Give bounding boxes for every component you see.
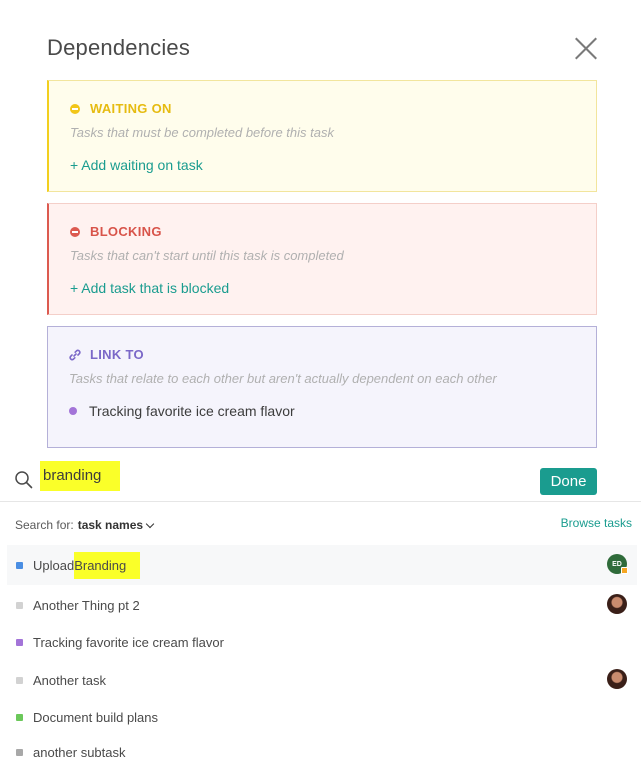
add-waiting-on-link[interactable]: + Add waiting on task — [70, 157, 203, 173]
result-label-prefix: Upload — [33, 557, 75, 573]
avatar-badge-icon — [621, 567, 628, 574]
blocking-label: BLOCKING — [90, 224, 162, 239]
status-square — [16, 561, 23, 569]
avatar — [607, 669, 627, 689]
link-to-label: LINK TO — [90, 347, 144, 362]
add-blocked-task-link[interactable]: + Add task that is blocked — [70, 280, 229, 296]
waiting-on-description: Tasks that must be completed before this… — [70, 125, 334, 140]
result-label: Tracking favorite ice cream flavor — [33, 635, 224, 650]
search-for-dropdown[interactable]: task names — [78, 518, 143, 532]
search-input[interactable] — [43, 461, 273, 489]
browse-tasks-link[interactable]: Browse tasks — [561, 516, 632, 530]
search-for-label: Search for: — [15, 518, 74, 532]
status-square — [16, 676, 23, 684]
result-label: Document build plans — [33, 710, 159, 725]
search-bar: Done — [0, 458, 641, 502]
status-dot — [69, 407, 77, 415]
link-to-section: LINK TO Tasks that relate to each other … — [47, 326, 597, 448]
minus-circle-icon — [70, 103, 80, 114]
result-label: Another task — [33, 672, 106, 688]
waiting-on-label: WAITING ON — [90, 101, 172, 116]
status-square — [16, 639, 23, 646]
modal-title: Dependencies — [47, 35, 191, 60]
status-square — [16, 601, 23, 609]
chevron-down-icon[interactable] — [145, 519, 155, 528]
waiting-on-header: WAITING ON — [70, 101, 575, 116]
result-row[interactable]: Document build plans — [7, 700, 637, 735]
result-row[interactable]: Tracking favorite ice cream flavor — [7, 625, 637, 660]
result-row[interactable]: Another task — [7, 660, 637, 700]
blocking-section: BLOCKING Tasks that can't start until th… — [47, 203, 597, 315]
blocking-description: Tasks that can't start until this task i… — [70, 248, 344, 263]
linked-task-item[interactable]: Tracking favorite ice cream flavor — [69, 403, 575, 419]
search-scope: Search for: task names — [15, 518, 155, 532]
link-to-description: Tasks that relate to each other but aren… — [69, 371, 497, 386]
avatar — [607, 594, 627, 614]
result-label: Another Thing pt 2 — [33, 597, 140, 613]
search-icon — [15, 471, 33, 489]
blocking-header: BLOCKING — [70, 224, 575, 239]
result-label: another subtask — [33, 745, 126, 760]
search-results: Upload Branding ED Another Thing pt 2 Tr… — [7, 545, 637, 770]
avatar: ED — [607, 554, 628, 574]
status-square — [16, 749, 23, 756]
waiting-on-section: WAITING ON Tasks that must be completed … — [47, 80, 597, 192]
close-icon[interactable] — [574, 36, 598, 60]
status-square — [16, 714, 23, 721]
result-label-highlight: Branding — [74, 551, 141, 579]
done-button[interactable]: Done — [540, 468, 597, 495]
modal-header: Dependencies — [47, 30, 607, 70]
result-row[interactable]: Another Thing pt 2 — [7, 585, 637, 625]
linked-task-label: Tracking favorite ice cream flavor — [89, 403, 295, 419]
minus-circle-icon — [70, 226, 80, 237]
link-to-header: LINK TO — [69, 347, 575, 362]
result-row[interactable]: Upload Branding ED — [7, 545, 637, 585]
link-icon — [69, 349, 81, 360]
result-row[interactable]: another subtask — [7, 735, 637, 770]
